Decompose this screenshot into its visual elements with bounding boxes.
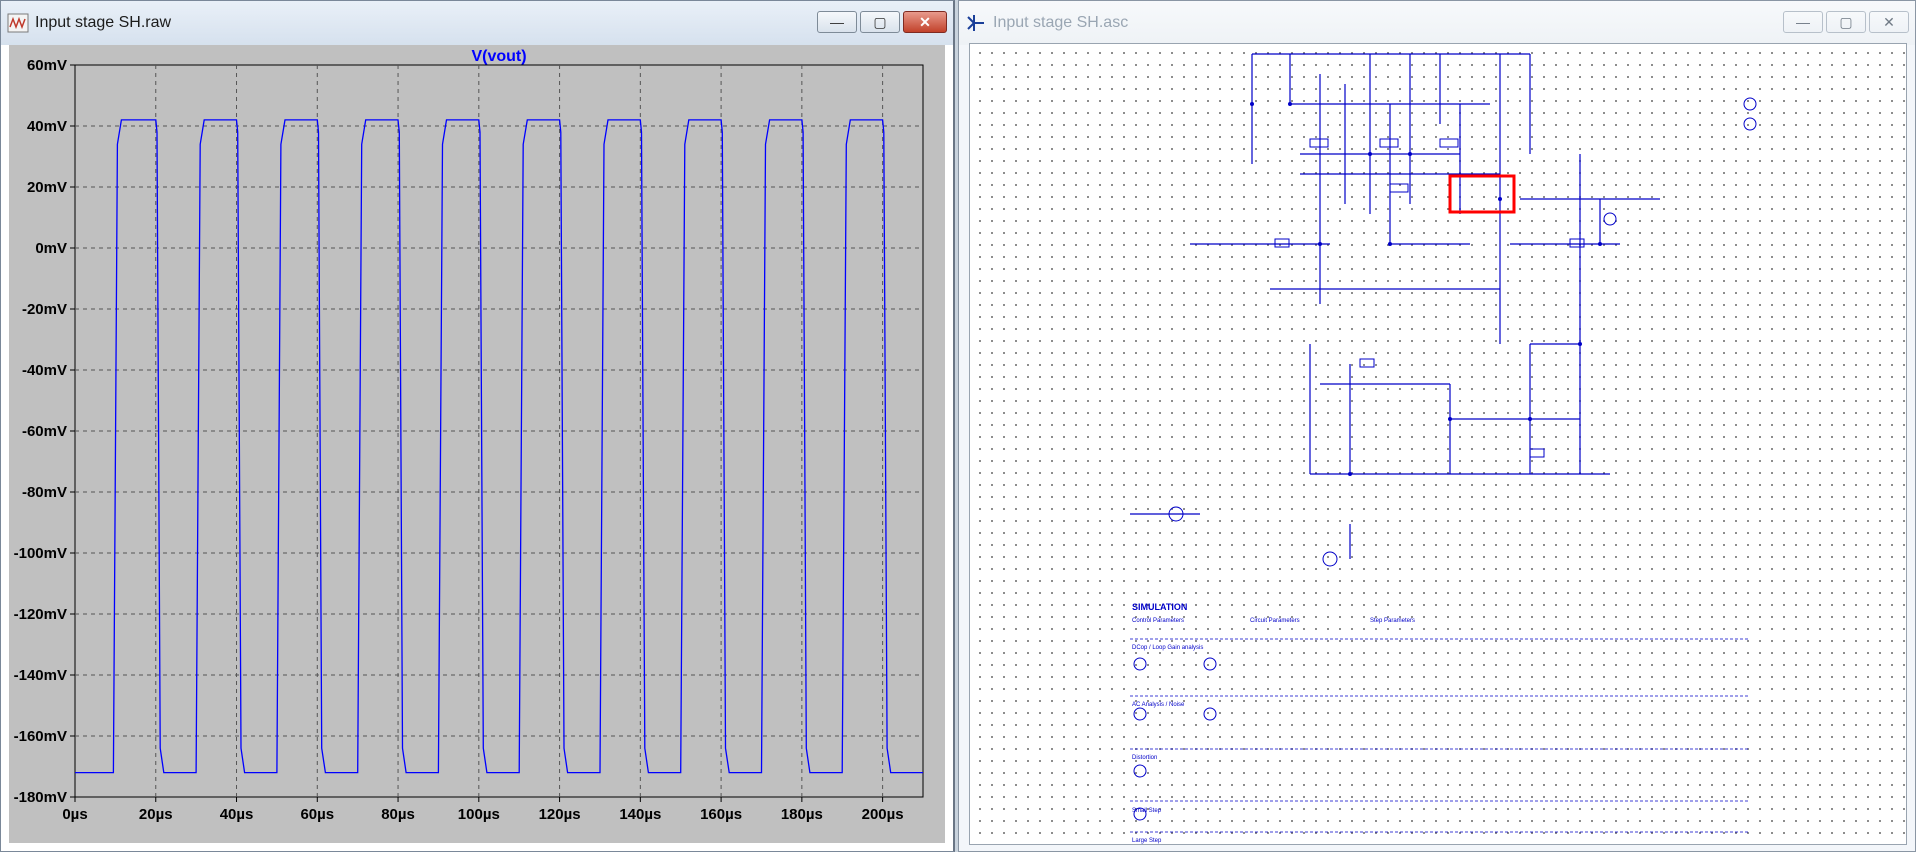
schematic-title-bar[interactable]: Input stage SH.asc — ▢ ✕ bbox=[959, 1, 1915, 45]
waveform-window: Input stage SH.raw — ▢ ✕ 60mV 40mV 20mV 0mV… bbox=[0, 0, 955, 852]
y-tick-label: -160mV bbox=[14, 728, 67, 745]
plot-pane[interactable]: 60mV 40mV 20mV 0mV -20mV -40mV -60mV -80mV -100m… bbox=[9, 45, 945, 843]
schematic-components bbox=[1168, 97, 1757, 567]
minimize-button[interactable]: — bbox=[817, 11, 857, 33]
step-parameters-label: Step Parameters bbox=[1370, 618, 1415, 624]
x-tick-label: 100µs bbox=[458, 806, 500, 823]
waveform-plot[interactable]: 60mV 40mV 20mV 0mV -20mV -40mV -60mV -80mV -100m… bbox=[9, 45, 948, 845]
y-tick-label: 40mV bbox=[27, 118, 67, 135]
y-tick-label: 60mV bbox=[27, 57, 67, 74]
simulation-heading: SIMULATION bbox=[1132, 602, 1187, 612]
x-tick-label: 160µs bbox=[700, 806, 742, 823]
waveform-window-title: Input stage SH.raw bbox=[35, 14, 172, 31]
x-tick-label: 0µs bbox=[62, 806, 87, 823]
x-tick-label: 200µs bbox=[862, 806, 904, 823]
minimize-button[interactable]: — bbox=[1783, 11, 1823, 33]
schematic-wires bbox=[1130, 53, 1660, 559]
y-tick-label: -140mV bbox=[14, 667, 67, 684]
maximize-button[interactable]: ▢ bbox=[860, 11, 900, 33]
chart-title: V(vout) bbox=[471, 48, 526, 65]
y-tick-label: 20mV bbox=[27, 179, 67, 196]
waveform-title-bar[interactable]: Input stage SH.raw — ▢ ✕ bbox=[1, 1, 953, 45]
schematic-window-title: Input stage SH.asc bbox=[993, 14, 1129, 31]
x-tick-label: 80µs bbox=[381, 806, 415, 823]
schematic-window: Input stage SH.asc — ▢ ✕ SIMULATION Cont… bbox=[958, 0, 1916, 852]
sim-source-symbols bbox=[1133, 657, 1217, 821]
y-tick-label: -40mV bbox=[22, 362, 67, 379]
y-tick-label: -100mV bbox=[14, 545, 67, 562]
ac-analysis-label: AC Analysis / Noise bbox=[1132, 702, 1185, 708]
maximize-button[interactable]: ▢ bbox=[1826, 11, 1866, 33]
x-tick-label: 20µs bbox=[139, 806, 173, 823]
section-dividers bbox=[1130, 638, 1750, 833]
large-step-label: Large Step bbox=[1132, 838, 1162, 844]
x-tick-label: 180µs bbox=[781, 806, 823, 823]
y-tick-label: -20mV bbox=[22, 301, 67, 318]
schematic-text: SIMULATION Control Parameters Circuit Pa… bbox=[1132, 602, 1415, 844]
y-tick-label: -80mV bbox=[22, 484, 67, 501]
close-button[interactable]: ✕ bbox=[903, 11, 947, 33]
waveform-viewer-icon bbox=[7, 13, 29, 33]
y-tick-label: -180mV bbox=[14, 789, 67, 806]
schematic-drawing[interactable]: SIMULATION Control Parameters Circuit Pa… bbox=[970, 44, 1908, 846]
x-tick-label: 120µs bbox=[539, 806, 581, 823]
close-button[interactable]: ✕ bbox=[1869, 11, 1909, 33]
circuit-parameters-label: Circuit Parameters bbox=[1250, 618, 1300, 624]
distortion-label: Distortion bbox=[1132, 755, 1157, 761]
x-tick-label: 40µs bbox=[220, 806, 254, 823]
x-tick-label: 140µs bbox=[619, 806, 661, 823]
dc-loop-label: DCop / Loop Gain analysis bbox=[1132, 645, 1203, 651]
control-parameters-label: Control Parameters bbox=[1132, 618, 1184, 624]
y-tick-label: 0mV bbox=[35, 240, 67, 257]
x-tick-label: 60µs bbox=[300, 806, 334, 823]
schematic-editor-icon bbox=[967, 15, 984, 31]
y-tick-label: -120mV bbox=[14, 606, 67, 623]
schematic-canvas[interactable]: SIMULATION Control Parameters Circuit Pa… bbox=[969, 43, 1907, 845]
y-tick-label: -60mV bbox=[22, 423, 67, 440]
